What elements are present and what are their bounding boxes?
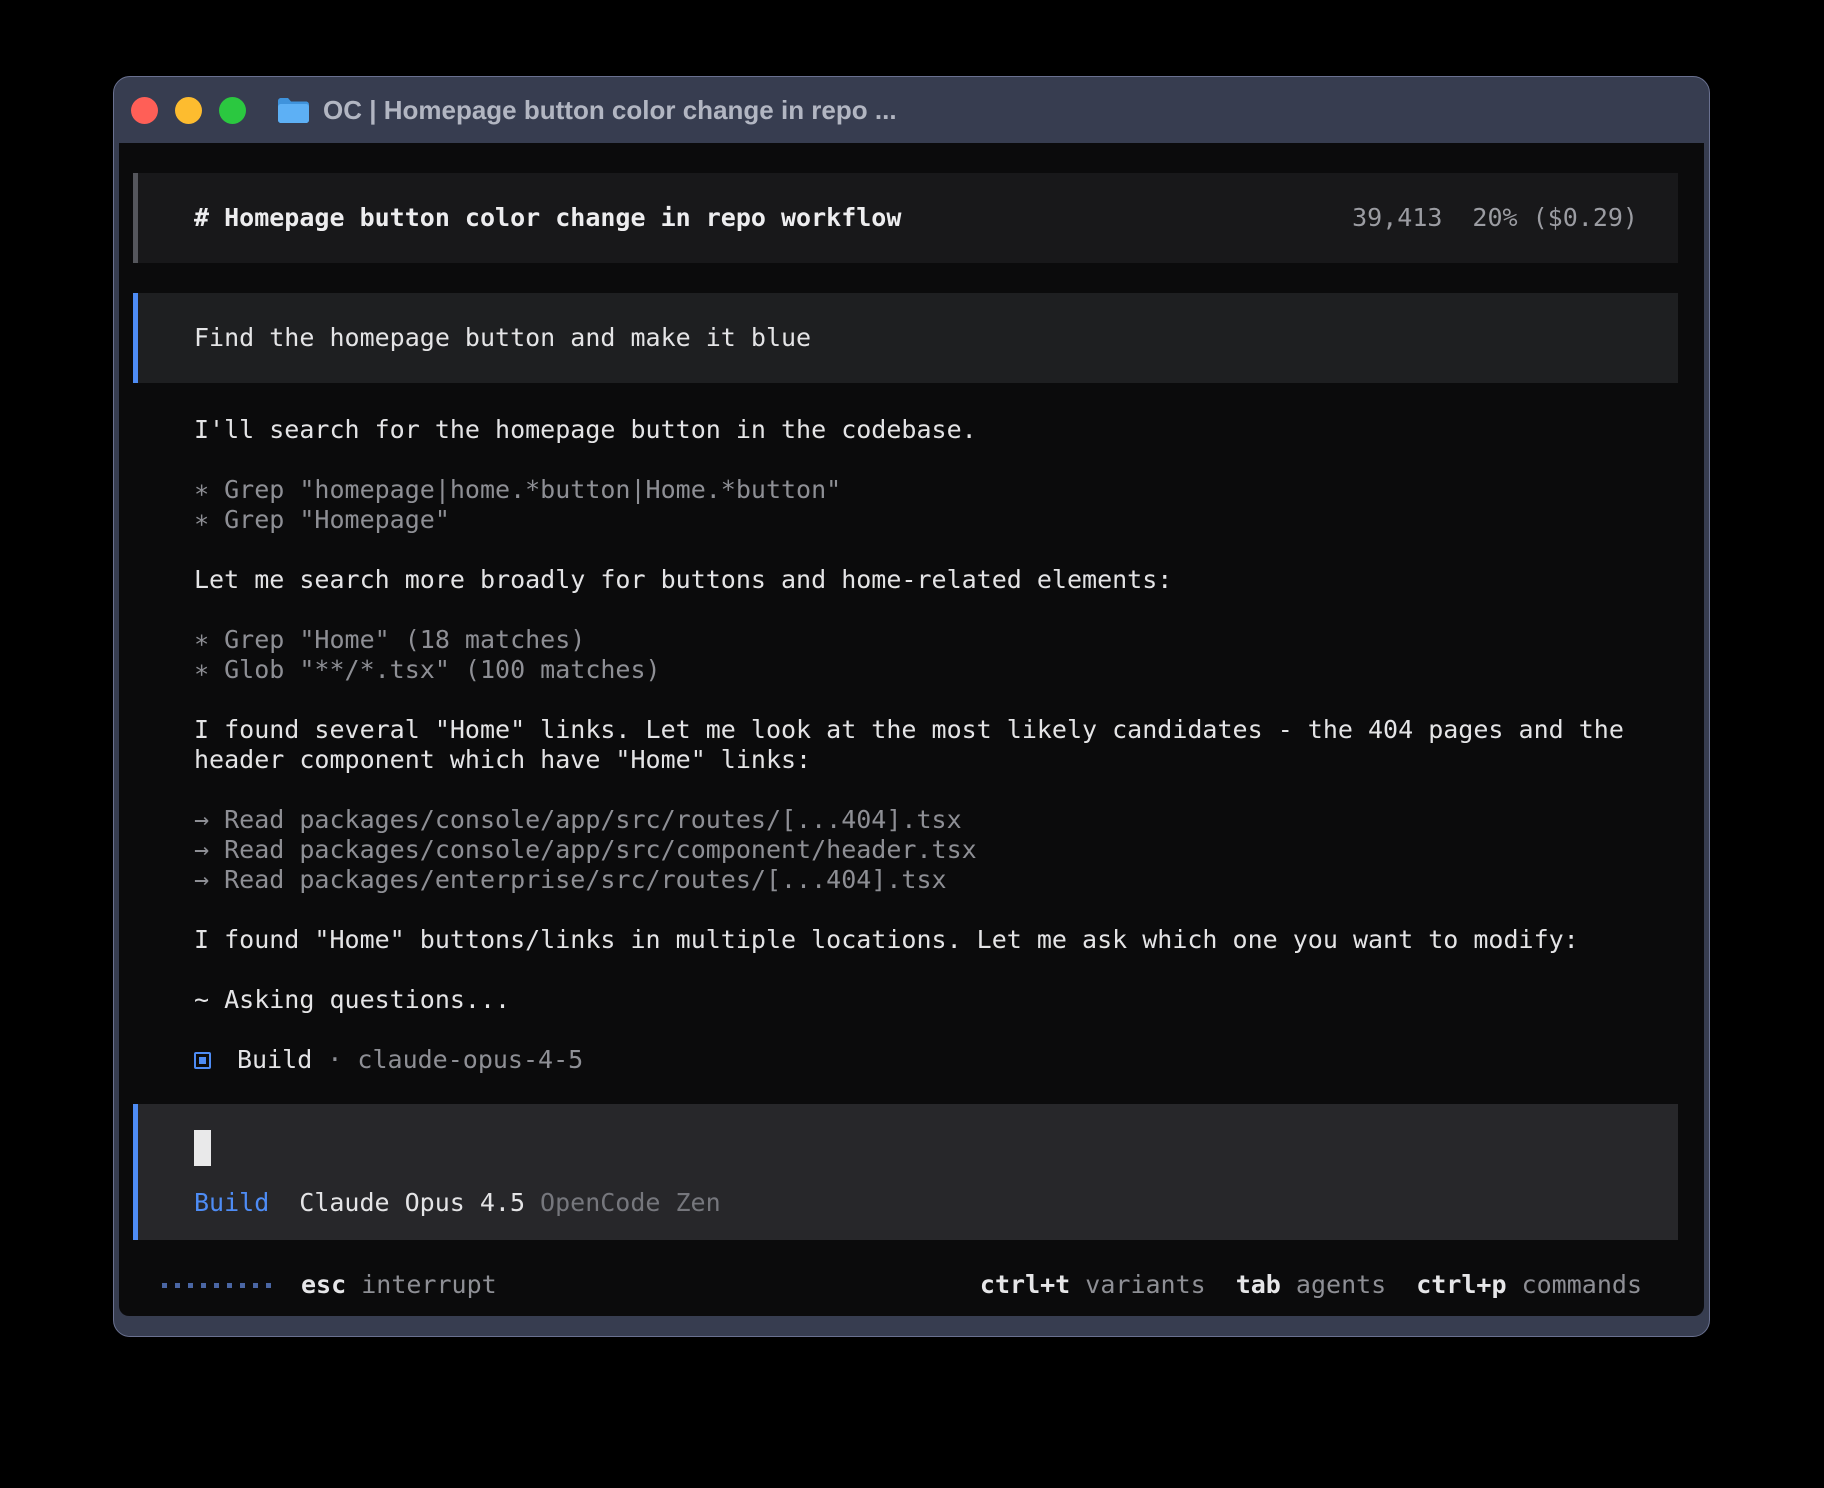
keybinding-hint-variants: ctrl+t variants — [980, 1270, 1206, 1300]
agent-status-line: Build · claude-opus-4-5 — [194, 1045, 1678, 1075]
message-line: → Read packages/console/app/src/componen… — [194, 835, 1678, 865]
zoom-button[interactable] — [219, 97, 246, 124]
terminal-window: OC | Homepage button color change in rep… — [113, 76, 1710, 1337]
message-line: Let me search more broadly for buttons a… — [194, 565, 1678, 595]
spinner-dot — [227, 1283, 232, 1288]
message-line: ~ Asking questions... — [194, 985, 1678, 1015]
spinner-dot — [175, 1283, 180, 1288]
message-line: I'll search for the homepage button in t… — [194, 415, 1678, 445]
blank-line — [194, 1015, 1678, 1045]
keybinding-hint-agents: tab agents — [1236, 1270, 1387, 1300]
blank-line — [194, 685, 1678, 715]
message-line: ∗ Glob "**/*.tsx" (100 matches) — [194, 655, 1678, 685]
agent-separator: · — [312, 1045, 357, 1075]
spinner-dot — [214, 1283, 219, 1288]
minimize-button[interactable] — [175, 97, 202, 124]
message-line: ∗ Grep "homepage|home.*button|Home.*butt… — [194, 475, 1678, 505]
blank-line — [194, 895, 1678, 925]
interrupt-label: interrupt — [361, 1270, 496, 1299]
close-button[interactable] — [131, 97, 158, 124]
spinner-dot — [253, 1283, 258, 1288]
agent-model: claude-opus-4-5 — [357, 1045, 583, 1075]
input-model-label[interactable]: Claude Opus 4.5 — [299, 1188, 525, 1218]
prompt-input[interactable]: Build Claude Opus 4.5 OpenCode Zen — [133, 1104, 1678, 1240]
window-title: OC | Homepage button color change in rep… — [323, 95, 897, 126]
traffic-lights — [131, 97, 246, 124]
spinner-dot — [266, 1283, 271, 1288]
status-bar: esc interrupt ctrl+t variantstab agentsc… — [133, 1268, 1678, 1302]
working-spinner — [162, 1283, 271, 1288]
text-cursor — [194, 1130, 211, 1166]
blank-line — [194, 535, 1678, 565]
message-line: ∗ Grep "Homepage" — [194, 505, 1678, 535]
session-header: # Homepage button color change in repo w… — [133, 173, 1678, 263]
folder-icon — [277, 97, 310, 124]
spinner-dot — [188, 1283, 193, 1288]
agent-name: Build — [237, 1045, 312, 1075]
spinner-dot — [162, 1283, 167, 1288]
message-line: I found "Home" buttons/links in multiple… — [194, 925, 1678, 955]
session-stats: 39,413 20% ($0.29) — [1352, 203, 1638, 233]
input-agent-label[interactable]: Build — [194, 1188, 269, 1218]
spinner-dot — [240, 1283, 245, 1288]
input-meta: Build Claude Opus 4.5 OpenCode Zen — [194, 1188, 1678, 1218]
keybinding-hint-commands: ctrl+p commands — [1416, 1270, 1642, 1300]
input-provider-label: OpenCode Zen — [540, 1188, 721, 1218]
esc-key: esc — [301, 1270, 346, 1299]
interrupt-hint: esc interrupt — [301, 1270, 497, 1300]
token-count: 39,413 — [1352, 203, 1442, 233]
blank-line — [194, 595, 1678, 625]
blank-line — [194, 775, 1678, 805]
user-message-text: Find the homepage button and make it blu… — [194, 323, 811, 353]
message-line: I found several "Home" links. Let me loo… — [194, 715, 1678, 745]
message-line: header component which have "Home" links… — [194, 745, 1678, 775]
status-left: esc interrupt — [162, 1270, 497, 1300]
session-title: # Homepage button color change in repo w… — [194, 203, 901, 233]
message-line: ∗ Grep "Home" (18 matches) — [194, 625, 1678, 655]
spinner-dot — [201, 1283, 206, 1288]
context-cost: 20% ($0.29) — [1472, 203, 1638, 233]
conversation-log: I'll search for the homepage button in t… — [133, 415, 1678, 1075]
blank-line — [194, 445, 1678, 475]
message-line: → Read packages/enterprise/src/routes/[.… — [194, 865, 1678, 895]
status-right: ctrl+t variants tab agents ctrl+p commands — [980, 1270, 1642, 1300]
message-line: → Read packages/console/app/src/routes/[… — [194, 805, 1678, 835]
window-titlebar: OC | Homepage button color change in rep… — [114, 77, 1709, 143]
blank-line — [194, 955, 1678, 985]
agent-build-icon — [194, 1052, 211, 1069]
user-message: Find the homepage button and make it blu… — [133, 293, 1678, 383]
terminal-content: # Homepage button color change in repo w… — [119, 143, 1704, 1316]
